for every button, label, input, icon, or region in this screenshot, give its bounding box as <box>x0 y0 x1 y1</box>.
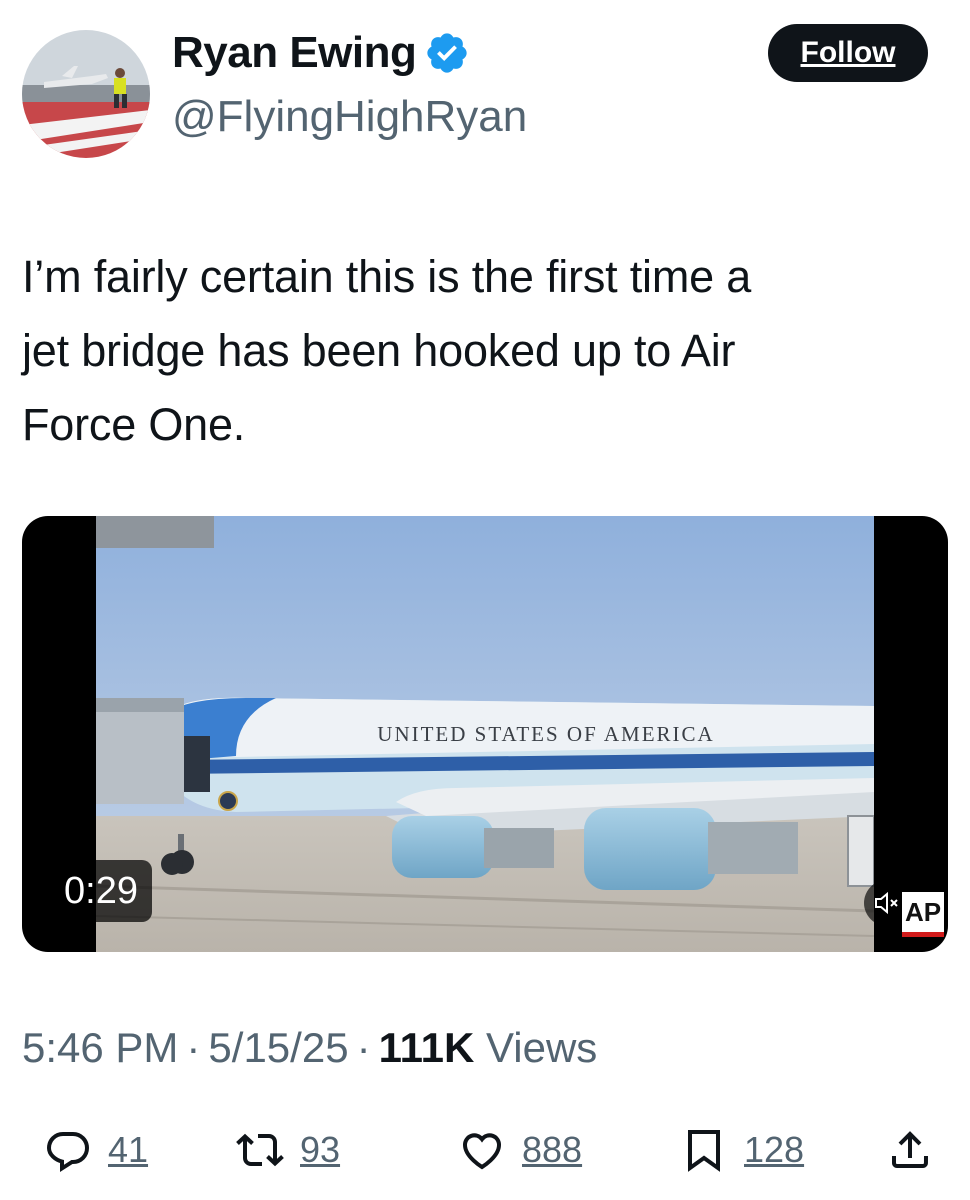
repost-button[interactable]: 93 <box>236 1126 340 1174</box>
ap-watermark-logo: AP <box>902 892 944 937</box>
bookmark-icon <box>688 1130 720 1172</box>
avatar[interactable] <box>22 30 150 158</box>
tweet-text: I’m fairly certain this is the first tim… <box>22 240 952 462</box>
repost-icon <box>236 1133 284 1167</box>
reply-count[interactable]: 41 <box>108 1129 148 1171</box>
video-player[interactable]: UNITED STATES OF AMERICA 0:29 AP <box>22 516 948 952</box>
tweet-text-line: Force One. <box>22 399 246 450</box>
author-name-row[interactable]: Ryan Ewing <box>172 28 470 78</box>
video-frame[interactable]: UNITED STATES OF AMERICA <box>96 516 874 952</box>
author-handle[interactable]: @FlyingHighRyan <box>172 92 527 142</box>
tweet-time[interactable]: 5:46 PM <box>22 1024 178 1071</box>
like-count[interactable]: 888 <box>522 1129 582 1171</box>
avatar-image <box>22 30 150 158</box>
bookmark-button[interactable]: 128 <box>680 1126 804 1174</box>
repost-count[interactable]: 93 <box>300 1129 340 1171</box>
aircraft-lettering: UNITED STATES OF AMERICA <box>377 722 714 746</box>
reply-icon <box>46 1132 90 1173</box>
views-label: Views <box>486 1024 598 1071</box>
views-count: 111K <box>378 1024 475 1071</box>
share-icon <box>892 1131 928 1168</box>
verified-badge-icon[interactable] <box>424 30 470 76</box>
video-duration: 0:29 <box>50 860 152 922</box>
tweet-meta: 5:46 PM · 5/15/25 · 111K Views <box>22 1024 597 1072</box>
follow-button[interactable]: Follow <box>768 24 928 82</box>
meta-separator: · <box>186 1024 201 1071</box>
share-button[interactable] <box>886 1126 934 1174</box>
action-bar: 41 93 888 128 <box>0 1118 970 1188</box>
tweet-text-line: jet bridge has been hooked up to Air <box>22 325 736 376</box>
like-button[interactable]: 888 <box>458 1126 582 1174</box>
reply-button[interactable]: 41 <box>44 1126 148 1174</box>
bookmark-count[interactable]: 128 <box>744 1129 804 1171</box>
author-display-name[interactable]: Ryan Ewing <box>172 28 417 78</box>
meta-separator: · <box>356 1024 371 1071</box>
tweet-text-line: I’m fairly certain this is the first tim… <box>22 251 752 302</box>
heart-icon <box>463 1133 501 1170</box>
tweet-date[interactable]: 5/15/25 <box>208 1024 348 1071</box>
